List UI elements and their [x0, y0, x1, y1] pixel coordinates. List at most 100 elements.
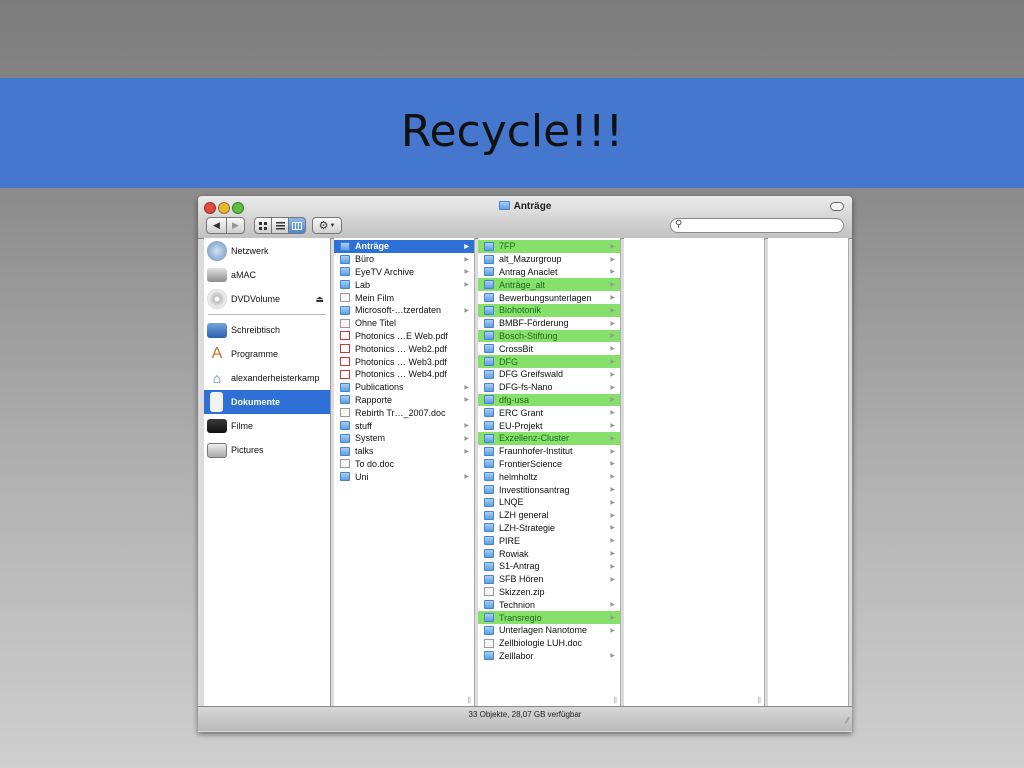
toolbar-toggle-button[interactable]	[830, 202, 844, 211]
list-item[interactable]: Rapporte ▶	[334, 394, 474, 407]
list-item-label: S1-Antrag	[499, 561, 540, 572]
folder-icon	[484, 600, 494, 610]
list-item-label: FrontierScience	[499, 458, 563, 469]
list-item[interactable]: SFB Hören ▶	[478, 573, 620, 586]
list-item-label: Biohotonik	[499, 305, 542, 316]
list-item[interactable]: Skizzen.zip	[478, 586, 620, 599]
sidebar-item-pictures[interactable]: Pictures	[204, 438, 330, 462]
list-item[interactable]: Bosch-Stiftung ▶	[478, 329, 620, 343]
folder-icon	[484, 395, 494, 405]
list-item[interactable]: LZH general ▶	[478, 509, 620, 522]
list-view-button[interactable]	[271, 217, 289, 234]
icon-view-button[interactable]	[254, 217, 272, 234]
list-item[interactable]: dfg-usa ▶	[478, 393, 620, 407]
sidebar-item-home[interactable]: ⌂ alexanderheisterkamp	[204, 366, 330, 390]
list-item[interactable]: CrossBit ▶	[478, 342, 620, 355]
list-item[interactable]: DFG ▶	[478, 355, 620, 368]
disclosure-arrow-icon: ▶	[610, 538, 615, 545]
list-item[interactable]: Büro ▶	[334, 253, 474, 266]
list-item[interactable]: EyeTV Archive ▶	[334, 266, 474, 279]
disclosure-arrow-icon: ▶	[610, 397, 615, 404]
list-item[interactable]: Bewerbungsunterlagen ▶	[478, 291, 620, 304]
list-item[interactable]: helmholtz ▶	[478, 470, 620, 483]
sidebar-item-dvdvolume[interactable]: DVDVolume ⏏	[204, 287, 330, 311]
list-item-label: Photonics … Web2.pdf	[355, 343, 447, 354]
list-item[interactable]: Photonics … Web4.pdf	[334, 368, 474, 381]
list-item[interactable]: stuff ▶	[334, 419, 474, 432]
list-item[interactable]: Lab ▶	[334, 278, 474, 291]
list-item-label: alt_Mazurgroup	[499, 254, 562, 265]
list-item[interactable]: Rowiak ▶	[478, 547, 620, 560]
column-view-button[interactable]	[288, 217, 306, 234]
list-item[interactable]: DFG-fs-Nano ▶	[478, 381, 620, 394]
list-item[interactable]: Microsoft-…tzerdaten ▶	[334, 304, 474, 317]
disclosure-arrow-icon: ▶	[610, 269, 615, 276]
back-button[interactable]: ◀	[206, 217, 227, 234]
list-item[interactable]: Zelllabor ▶	[478, 650, 620, 663]
list-item[interactable]: BMBF-Förderung ▶	[478, 317, 620, 330]
list-item[interactable]: Technion ▶	[478, 598, 620, 611]
list-item[interactable]: Rebirth Tr…_2007.doc	[334, 406, 474, 419]
icon-grid-icon	[258, 221, 267, 230]
pdf-file-icon	[340, 344, 350, 354]
list-item[interactable]: To do.doc	[334, 458, 474, 471]
column-resize-handle[interactable]: ||	[613, 697, 617, 704]
list-item[interactable]: EU-Projekt ▶	[478, 419, 620, 432]
column-resize-handle[interactable]: ||	[467, 697, 471, 704]
sidebar-item-netzwerk[interactable]: Netzwerk	[204, 239, 330, 263]
eject-icon[interactable]: ⏏	[315, 294, 324, 305]
list-item[interactable]: FrontierScience ▶	[478, 458, 620, 471]
list-item[interactable]: Zellbiologie LUH.doc	[478, 637, 620, 650]
pdf-file-icon	[340, 357, 350, 367]
list-item[interactable]: 7FP ▶	[478, 240, 620, 253]
list-item[interactable]: Publications ▶	[334, 381, 474, 394]
list-item[interactable]: Photonics … Web2.pdf	[334, 342, 474, 355]
list-item[interactable]: LZH-Strategie ▶	[478, 522, 620, 535]
list-item[interactable]: Transregio ▶	[478, 611, 620, 624]
list-item[interactable]: Mein Film	[334, 291, 474, 304]
list-item[interactable]: Anträge ▶	[334, 240, 474, 253]
folder-icon	[484, 510, 494, 520]
list-item[interactable]: Investitionsantrag ▶	[478, 483, 620, 496]
list-item[interactable]: ERC Grant ▶	[478, 406, 620, 419]
column-resize-handle[interactable]: ||	[757, 697, 761, 704]
sidebar-item-schreibtisch[interactable]: Schreibtisch	[204, 318, 330, 342]
sidebar-item-amac[interactable]: aMAC	[204, 263, 330, 287]
list-item[interactable]: Fraunhofer-Institut ▶	[478, 445, 620, 458]
list-item-label: Skizzen.zip	[499, 586, 545, 597]
resize-grip-icon[interactable]: ⁄⁄	[846, 713, 849, 729]
list-item[interactable]: LNQE ▶	[478, 496, 620, 509]
list-item-label: EU-Projekt	[499, 420, 543, 431]
list-item[interactable]: Biohotonik ▶	[478, 304, 620, 317]
folder-icon	[484, 625, 494, 635]
window-titlebar[interactable]: Anträge ◀ ▶ ⚙ ▼ ⚲	[198, 196, 852, 239]
disclosure-arrow-icon: ▶	[610, 448, 615, 455]
list-item[interactable]: Ohne Titel	[334, 317, 474, 330]
disclosure-arrow-icon: ▶	[610, 512, 615, 519]
list-item-label: Photonics … Web4.pdf	[355, 369, 447, 380]
list-item[interactable]: Anträge_alt ▶	[478, 278, 620, 292]
folder-icon	[484, 331, 494, 341]
home-icon: ⌂	[212, 370, 222, 386]
disclosure-arrow-icon: ▶	[610, 435, 615, 442]
list-item[interactable]: Exzellenz-Cluster ▶	[478, 432, 620, 445]
list-item[interactable]: Antrag Anaclet ▶	[478, 266, 620, 279]
forward-button[interactable]: ▶	[226, 217, 245, 234]
action-menu-button[interactable]: ⚙ ▼	[312, 217, 342, 234]
sidebar-item-programme[interactable]: A Programme	[204, 342, 330, 366]
sidebar-item-label: alexanderheisterkamp	[231, 373, 320, 383]
sidebar-item-filme[interactable]: Filme	[204, 414, 330, 438]
list-item[interactable]: Uni ▶	[334, 470, 474, 483]
list-item[interactable]: Photonics … Web3.pdf	[334, 355, 474, 368]
list-item[interactable]: Unterlagen Nanotome ▶	[478, 624, 620, 637]
list-item[interactable]: PIRE ▶	[478, 534, 620, 547]
list-item[interactable]: System ▶	[334, 432, 474, 445]
list-item-label: Büro	[355, 254, 375, 265]
list-item[interactable]: Photonics …E Web.pdf	[334, 330, 474, 343]
sidebar-item-dokumente[interactable]: Dokumente	[204, 390, 330, 414]
list-item[interactable]: S1-Antrag ▶	[478, 560, 620, 573]
list-item[interactable]: alt_Mazurgroup ▶	[478, 253, 620, 266]
list-item[interactable]: DFG Greifswald ▶	[478, 368, 620, 381]
list-item[interactable]: talks ▶	[334, 445, 474, 458]
search-input[interactable]: ⚲	[670, 218, 844, 233]
